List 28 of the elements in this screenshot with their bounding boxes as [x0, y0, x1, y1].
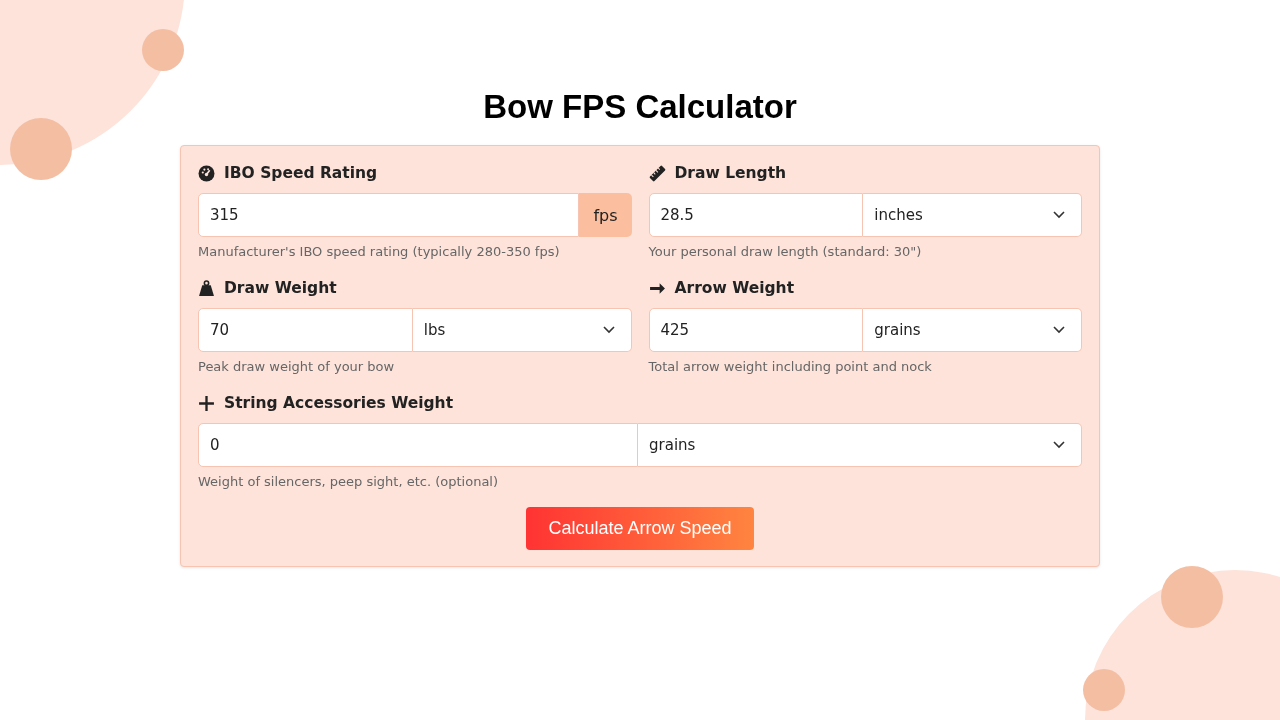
- number-input[interactable]: 0: [198, 423, 638, 467]
- chevron-down-icon: [1053, 326, 1065, 334]
- chevron-down-icon: [1053, 211, 1065, 219]
- unit-dropdown[interactable]: grains: [863, 308, 1082, 352]
- unit-dropdown[interactable]: inches: [863, 193, 1082, 237]
- help-text: Weight of silencers, peep sight, etc. (optional): [198, 474, 500, 489]
- field-label: Draw Length: [674, 164, 787, 182]
- field-label: Arrow Weight: [674, 279, 795, 297]
- plus-icon: [198, 394, 215, 412]
- unit-label: fps: [579, 193, 632, 237]
- chevron-down-icon: [1053, 441, 1065, 449]
- number-input[interactable]: 315: [198, 193, 580, 237]
- page-title: Bow FPS Calculator: [483, 88, 797, 126]
- number-input[interactable]: 70: [198, 308, 413, 352]
- field-label: String Accessories Weight: [224, 394, 454, 412]
- help-text: Total arrow weight including point and nock: [648, 359, 933, 374]
- unit-dropdown[interactable]: lbs: [412, 308, 632, 352]
- chevron-down-icon: [602, 326, 615, 334]
- field-label: IBO Speed Rating: [224, 164, 378, 182]
- weight-icon: [198, 279, 215, 297]
- number-input[interactable]: 28.5: [648, 193, 864, 237]
- help-text: Peak draw weight of your bow: [198, 359, 396, 374]
- number-input[interactable]: 425: [648, 308, 864, 352]
- unit-dropdown[interactable]: grains: [638, 423, 1082, 467]
- help-text: Your personal draw length (standard: 30"): [648, 244, 923, 259]
- help-text: Manufacturer's IBO speed rating (typically 280-350 fps): [198, 244, 561, 259]
- gauge-icon: [198, 164, 215, 182]
- field-label: Draw Weight: [224, 279, 337, 297]
